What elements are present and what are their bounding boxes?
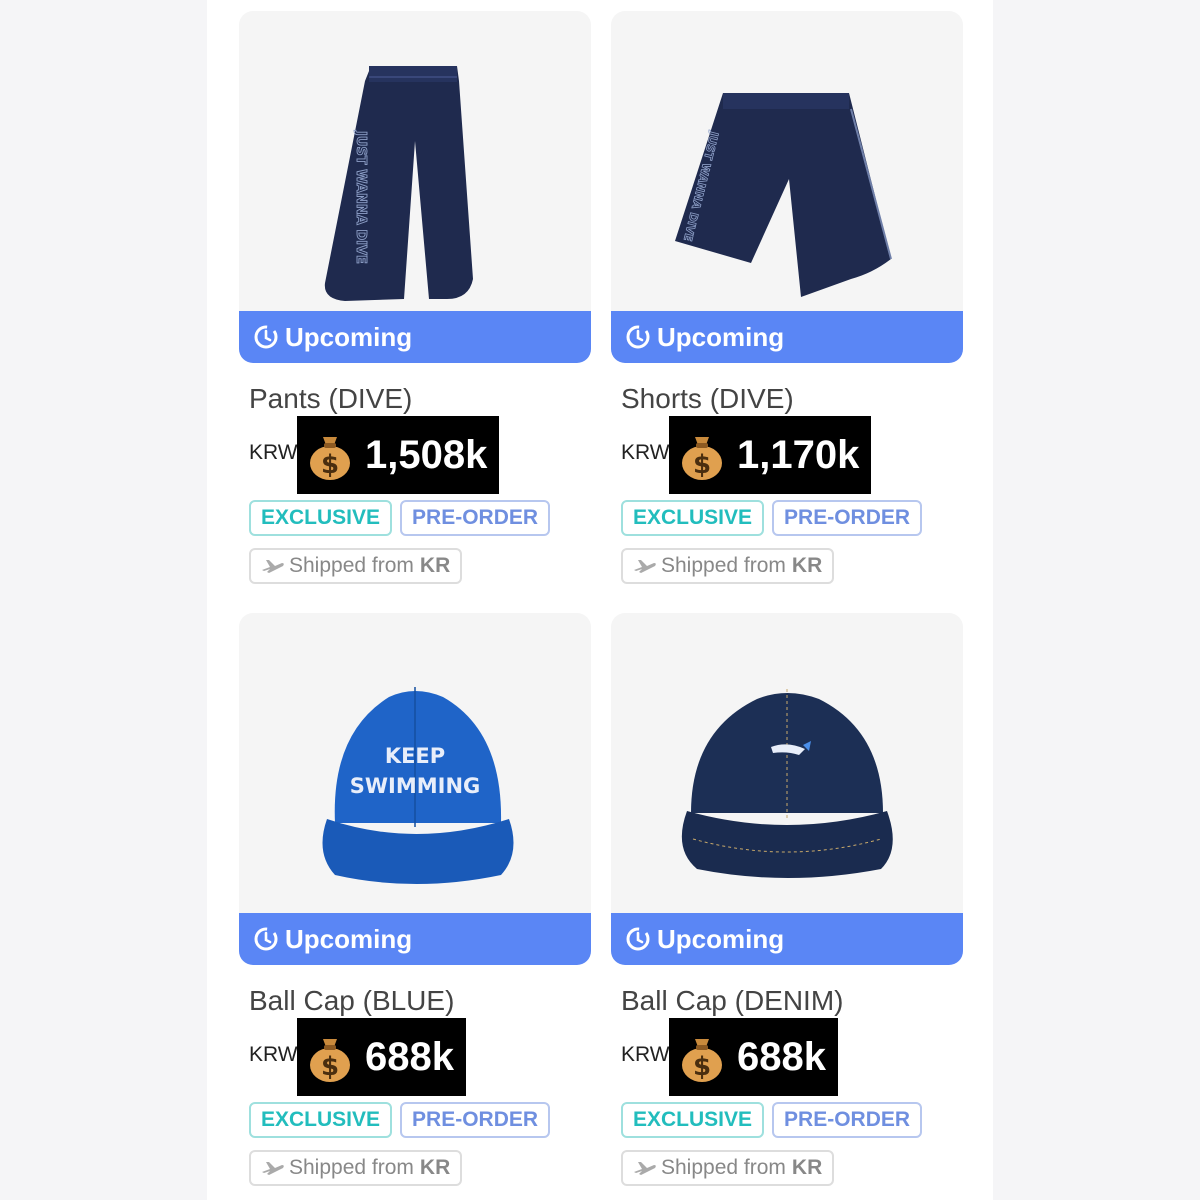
exclusive-tag: EXCLUSIVE [621,1102,765,1138]
shipping-badge: Shipped from KR [249,1150,463,1186]
airplane-icon [262,560,284,573]
shipping-country: KR [791,1156,823,1179]
money-bag-icon: $ [310,1039,350,1082]
price-value: 1,170k [737,432,860,477]
shipping-country: KR [791,554,823,577]
shipping-country: KR [419,1156,451,1179]
tag-list: EXCLUSIVE PRE-ORDER [621,500,930,536]
svg-text:SWIMMING: SWIMMING [350,774,481,798]
preorder-tag: PRE-ORDER [400,1102,551,1138]
preorder-tag: PRE-ORDER [772,1102,923,1138]
product-image[interactable]: JUST WANNA DIVE Upcoming [239,11,591,363]
svg-text:$: $ [693,1052,711,1082]
svg-text:$: $ [321,1052,339,1082]
preorder-tag: PRE-ORDER [400,500,551,536]
shipping-badge: Shipped from KR [249,548,463,584]
currency-label: KRW [621,1043,670,1066]
shipping-badge: Shipped from KR [621,1150,835,1186]
shipping-badge: Shipped from KR [621,548,835,584]
tag-list: EXCLUSIVE PRE-ORDER [621,1102,930,1138]
product-image[interactable]: KEEP SWIMMING Upcoming [239,613,591,965]
exclusive-tag: EXCLUSIVE [249,1102,393,1138]
product-name[interactable]: Ball Cap (BLUE) [249,985,454,1017]
money-bag-icon: $ [310,437,350,480]
clock-icon [626,325,650,349]
price: $ 688k [669,1018,838,1096]
status-label: Upcoming [657,321,785,352]
product-image[interactable]: JUST WANNA DIVE Upcoming [611,11,963,363]
status-bar: Upcoming [239,913,591,965]
currency-label: KRW [621,441,670,464]
tag-list: EXCLUSIVE PRE-ORDER [249,500,558,536]
shipping-country: KR [419,554,451,577]
money-bag-icon: $ [682,437,722,480]
exclusive-tag: EXCLUSIVE [249,500,393,536]
clock-icon [254,927,278,951]
airplane-icon [634,1162,656,1175]
svg-text:JUST WANNA DIVE: JUST WANNA DIVE [353,130,368,264]
svg-text:$: $ [693,450,711,480]
product-card-shorts[interactable]: JUST WANNA DIVE Upcoming Shorts (DIVE) K… [611,11,963,584]
shipping-label: Shipped from [289,1156,414,1179]
product-name[interactable]: Shorts (DIVE) [621,383,794,415]
shipping-label: Shipped from [289,554,414,577]
money-bag-icon: $ [682,1039,722,1082]
shorts-image: JUST WANNA DIVE [675,93,892,297]
svg-text:$: $ [321,450,339,480]
status-label: Upcoming [285,923,413,954]
status-bar: Upcoming [611,311,963,363]
price-value: 688k [365,1034,454,1079]
tag-list: EXCLUSIVE PRE-ORDER [249,1102,558,1138]
status-label: Upcoming [657,923,785,954]
status-bar: Upcoming [611,913,963,965]
product-grid: JUST WANNA DIVE Upcoming Pants (DIVE) KR… [207,0,993,1200]
product-image[interactable]: Upcoming [611,613,963,965]
price: $ 1,170k [669,416,872,494]
product-name[interactable]: Ball Cap (DENIM) [621,985,843,1017]
airplane-icon [262,1162,284,1175]
price: $ 688k [297,1018,466,1096]
svg-text:KEEP: KEEP [385,744,445,768]
clock-icon [254,325,278,349]
currency-label: KRW [249,1043,298,1066]
denim-cap-image [681,689,893,878]
airplane-icon [634,560,656,573]
price: $ 1,508k [297,416,500,494]
shipping-label: Shipped from [661,554,786,577]
product-card-ball-cap-blue[interactable]: KEEP SWIMMING Upcoming Ball Cap (BLUE) K… [239,613,591,1186]
blue-cap-image: KEEP SWIMMING [322,687,514,884]
currency-label: KRW [249,441,298,464]
shipping-label: Shipped from [661,1156,786,1179]
price-value: 688k [737,1034,826,1079]
product-card-pants[interactable]: JUST WANNA DIVE Upcoming Pants (DIVE) KR… [239,11,591,584]
preorder-tag: PRE-ORDER [772,500,923,536]
status-bar: Upcoming [239,311,591,363]
exclusive-tag: EXCLUSIVE [621,500,765,536]
price-value: 1,508k [365,432,488,477]
product-name[interactable]: Pants (DIVE) [249,383,412,415]
pants-image: JUST WANNA DIVE [324,66,473,301]
status-label: Upcoming [285,321,413,352]
clock-icon [626,927,650,951]
product-card-ball-cap-denim[interactable]: Upcoming Ball Cap (DENIM) KRW $ 688k EXC… [611,613,963,1186]
